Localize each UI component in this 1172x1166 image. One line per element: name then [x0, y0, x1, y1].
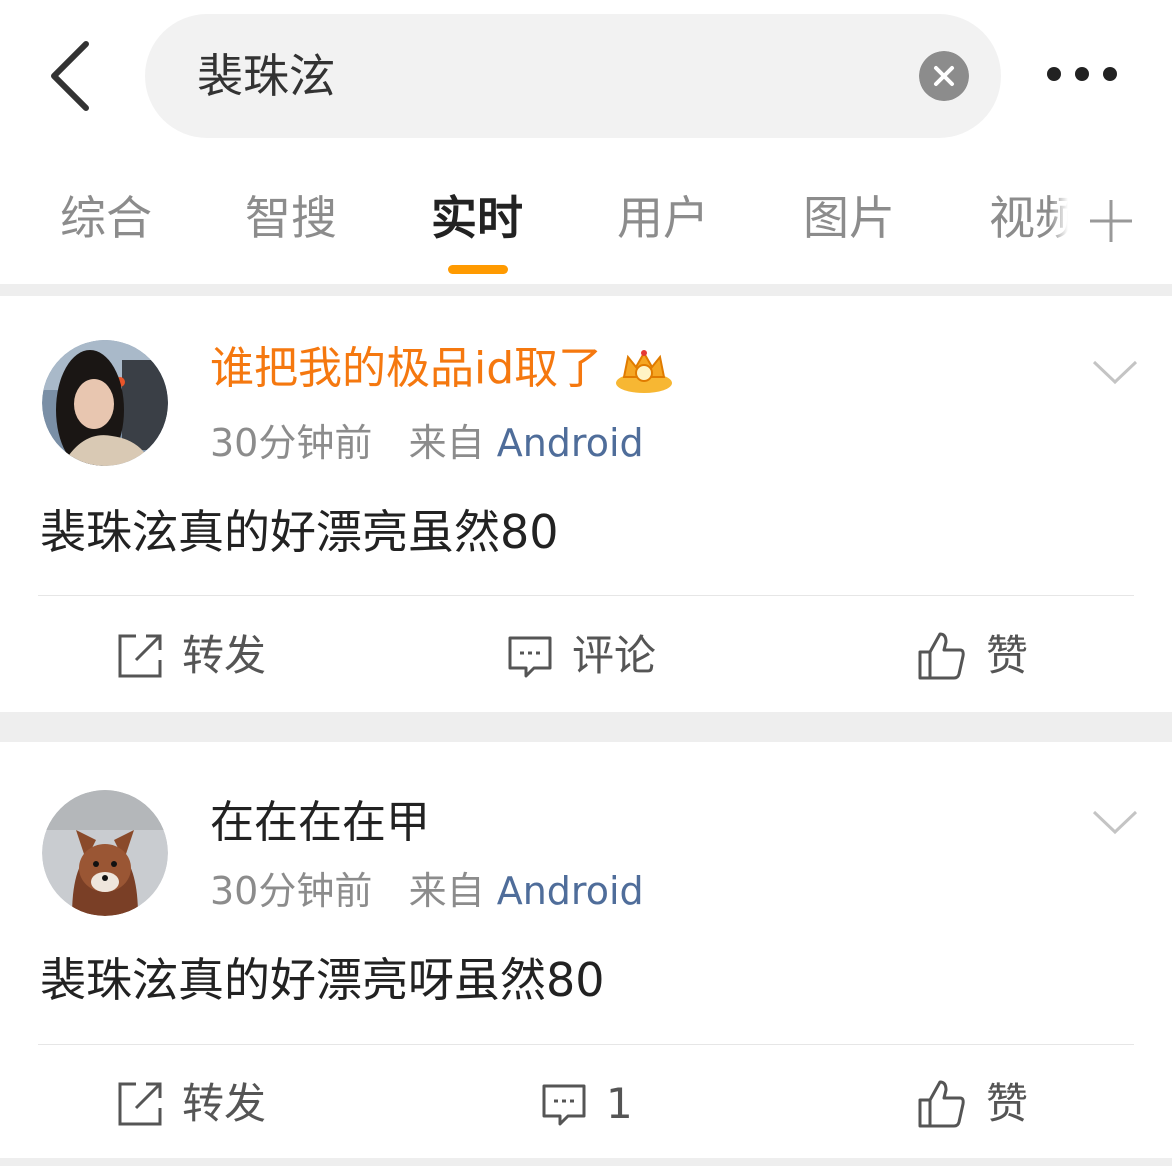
divider: [38, 1044, 1134, 1045]
repost-button[interactable]: 转发: [116, 1074, 266, 1134]
comment-count: 1: [606, 1079, 633, 1128]
avatar[interactable]: [42, 790, 168, 916]
comment-button[interactable]: 评论: [506, 626, 656, 686]
search-box[interactable]: 裴珠泫: [145, 14, 1001, 138]
crown-badge-icon: [616, 350, 673, 393]
plus-icon[interactable]: [1088, 198, 1134, 244]
search-tabs: 综合 智搜 实时 用户 图片 视频: [0, 160, 1172, 284]
section-divider: [0, 1158, 1172, 1166]
post-username[interactable]: 在在在在甲: [210, 794, 430, 852]
repost-icon: [118, 1082, 162, 1126]
post-card: 谁把我的极品id取了 30分钟前 来自 Android 裴珠泫真的好漂亮虽然80…: [0, 296, 1172, 712]
back-chevron-icon[interactable]: [40, 38, 104, 114]
like-button[interactable]: 赞: [916, 1074, 1028, 1134]
tab-shishi[interactable]: 实时: [431, 188, 523, 248]
post-source[interactable]: Android: [497, 869, 644, 913]
thumbs-up-icon: [918, 632, 965, 680]
avatar[interactable]: [42, 340, 168, 466]
tab-zonghe[interactable]: 综合: [60, 188, 152, 248]
active-tab-indicator: [448, 265, 508, 274]
more-options-icon[interactable]: [1040, 54, 1128, 94]
comment-icon: [542, 1084, 586, 1126]
comment-button[interactable]: 1: [540, 1074, 633, 1134]
repost-label: 转发: [182, 1079, 267, 1128]
post-time: 30分钟前: [210, 421, 373, 465]
username-text[interactable]: 谁把我的极品id取了: [210, 343, 602, 394]
clear-search-icon[interactable]: [919, 51, 969, 101]
repost-button[interactable]: 转发: [116, 626, 266, 686]
source-prefix: 来自: [408, 869, 485, 913]
post-text: 裴珠泫真的好漂亮虽然80: [40, 505, 559, 559]
tab-yonghu[interactable]: 用户: [617, 188, 709, 248]
divider: [38, 595, 1134, 596]
like-label: 赞: [986, 1079, 1029, 1128]
thumbs-up-icon: [918, 1080, 965, 1128]
post-time: 30分钟前: [210, 869, 373, 913]
post-text: 裴珠泫真的好漂亮呀虽然80: [40, 953, 605, 1007]
like-button[interactable]: 赞: [916, 626, 1028, 686]
tab-zhisou[interactable]: 智搜: [245, 188, 337, 248]
chevron-down-icon[interactable]: [1090, 806, 1140, 836]
post-username[interactable]: 谁把我的极品id取了: [210, 340, 674, 398]
section-divider: [0, 284, 1172, 296]
top-bar: 裴珠泫: [0, 0, 1172, 150]
repost-label: 转发: [182, 631, 267, 680]
like-label: 赞: [986, 631, 1029, 680]
comment-icon: [508, 636, 552, 678]
repost-icon: [118, 634, 162, 678]
tab-tupian[interactable]: 图片: [803, 188, 895, 248]
post-meta: 30分钟前 来自 Android: [210, 418, 644, 468]
post-source[interactable]: Android: [497, 421, 644, 465]
post-meta: 30分钟前 来自 Android: [210, 866, 644, 916]
comment-label: 评论: [572, 631, 657, 680]
search-input[interactable]: 裴珠泫: [197, 48, 335, 104]
chevron-down-icon[interactable]: [1090, 356, 1140, 386]
section-divider: [0, 712, 1172, 742]
source-prefix: 来自: [408, 421, 485, 465]
post-card: 在在在在甲 30分钟前 来自 Android 裴珠泫真的好漂亮呀虽然80 转发 …: [0, 742, 1172, 1158]
